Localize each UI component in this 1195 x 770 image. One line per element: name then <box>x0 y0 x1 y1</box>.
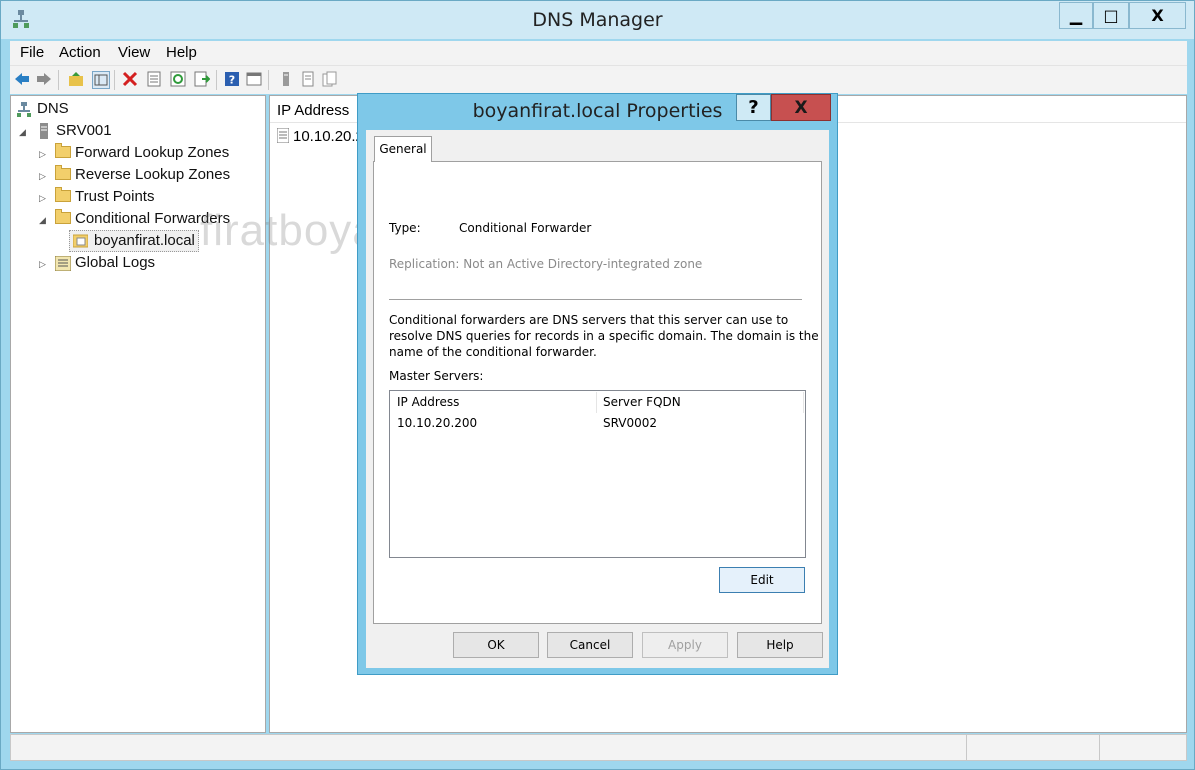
forward-arrow-icon[interactable] <box>36 71 52 87</box>
general-tab-panel: Type: Conditional Forwarder Replication:… <box>373 161 822 624</box>
master-servers-list[interactable]: IP Address Server FQDN 10.10.20.200 SRV0… <box>389 390 806 558</box>
status-bar <box>10 734 1187 761</box>
column-header-ip-address[interactable]: IP Address <box>391 392 597 413</box>
type-label: Type: <box>389 221 421 235</box>
collapsed-arrow-icon[interactable]: ▷ <box>39 193 46 204</box>
maximize-button[interactable]: □ <box>1093 2 1129 29</box>
back-arrow-icon[interactable] <box>14 71 30 87</box>
table-row[interactable]: 10.10.20.200 SRV0002 <box>390 413 805 433</box>
record-icon <box>277 128 289 143</box>
tab-general[interactable]: General <box>374 136 432 162</box>
zone-icon <box>73 234 88 248</box>
server-icon[interactable] <box>278 71 294 87</box>
apply-button[interactable]: Apply <box>642 632 728 658</box>
ok-button[interactable]: OK <box>453 632 539 658</box>
dialog-close-button[interactable]: X <box>771 94 831 121</box>
help-icon[interactable]: ? <box>224 71 240 87</box>
edit-button[interactable]: Edit <box>719 567 805 593</box>
help-button[interactable]: Help <box>737 632 823 658</box>
column-header-server-fqdn[interactable]: Server FQDN <box>597 392 804 413</box>
toolbar: ? <box>10 65 1187 94</box>
refresh-icon[interactable] <box>170 71 186 87</box>
console-icon[interactable] <box>246 71 262 87</box>
divider <box>389 299 802 300</box>
replication-text: Replication: Not an Active Directory-int… <box>389 257 703 271</box>
cell-fqdn: SRV0002 <box>603 416 658 430</box>
folder-icon <box>55 209 71 224</box>
description-line-1: Conditional forwarders are DNS servers t… <box>389 313 789 327</box>
window-title: DNS Manager <box>532 9 663 31</box>
cancel-button[interactable]: Cancel <box>547 632 633 658</box>
collapsed-arrow-icon[interactable]: ▷ <box>39 171 46 182</box>
status-divider <box>1099 735 1100 760</box>
menu-bar: File Action View Help <box>10 41 1187 65</box>
toolbar-separator <box>216 70 217 90</box>
menu-file[interactable]: File <box>20 44 44 61</box>
collapsed-arrow-icon[interactable]: ▷ <box>39 149 46 160</box>
description-line-3: name of the conditional forwarder. <box>389 345 597 359</box>
dialog-body: General Type: Conditional Forwarder Repl… <box>366 130 829 668</box>
console-tree: DNS ◢ SRV001 ▷ Forward Lookup Zones ▷ Re… <box>10 95 266 733</box>
list-icon[interactable] <box>300 71 316 87</box>
cell-ip: 10.10.20.200 <box>397 416 478 430</box>
toolbar-separator <box>58 70 59 90</box>
folder-icon <box>55 143 71 158</box>
close-button[interactable]: X <box>1129 2 1186 29</box>
folder-icon <box>55 187 71 202</box>
type-value: Conditional Forwarder <box>459 221 592 235</box>
server-icon <box>40 123 48 139</box>
master-servers-label: Master Servers: <box>389 369 484 383</box>
expanded-arrow-icon[interactable]: ◢ <box>39 215 46 226</box>
description-line-2: resolve DNS queries for records in a spe… <box>389 329 819 343</box>
menu-action[interactable]: Action <box>59 44 101 61</box>
title-bar[interactable]: DNS Manager ▁ □ X <box>1 1 1194 39</box>
tree-label-server: SRV001 <box>56 122 112 139</box>
tree-label: Forward Lookup Zones <box>75 144 230 161</box>
dns-icon <box>17 102 31 117</box>
toolbar-separator <box>268 70 269 90</box>
menu-view[interactable]: View <box>118 44 150 61</box>
tree-label: Reverse Lookup Zones <box>75 166 231 183</box>
folder-icon <box>55 165 71 180</box>
tree-label: boyanfirat.local <box>94 232 195 249</box>
toolbar-separator <box>114 70 115 90</box>
tree-label: Trust Points <box>75 188 155 205</box>
logs-icon <box>55 256 71 271</box>
tree-node-boyanfirat-local[interactable]: boyanfirat.local <box>69 230 199 252</box>
svg-text:?: ? <box>229 74 235 87</box>
show-hide-tree-icon[interactable] <box>92 71 110 89</box>
column-header-ip-address[interactable]: IP Address <box>277 102 349 119</box>
copy-icon[interactable] <box>322 71 338 87</box>
delete-icon[interactable] <box>122 71 138 87</box>
export-list-icon[interactable] <box>194 71 210 87</box>
results-ip: 10.10.20.2 <box>293 128 364 145</box>
up-folder-icon[interactable] <box>68 71 84 87</box>
expanded-arrow-icon[interactable]: ◢ <box>19 127 26 138</box>
dialog-help-button[interactable]: ? <box>736 94 771 121</box>
tree-label-dns: DNS <box>37 100 69 117</box>
tree-label: Global Logs <box>75 254 156 271</box>
minimize-button[interactable]: ▁ <box>1059 2 1093 29</box>
status-divider <box>966 735 967 760</box>
menu-help[interactable]: Help <box>166 44 197 61</box>
collapsed-arrow-icon[interactable]: ▷ <box>39 259 46 270</box>
properties-icon[interactable] <box>146 71 162 87</box>
properties-dialog: boyanfirat.local Properties ? X General … <box>357 93 838 675</box>
